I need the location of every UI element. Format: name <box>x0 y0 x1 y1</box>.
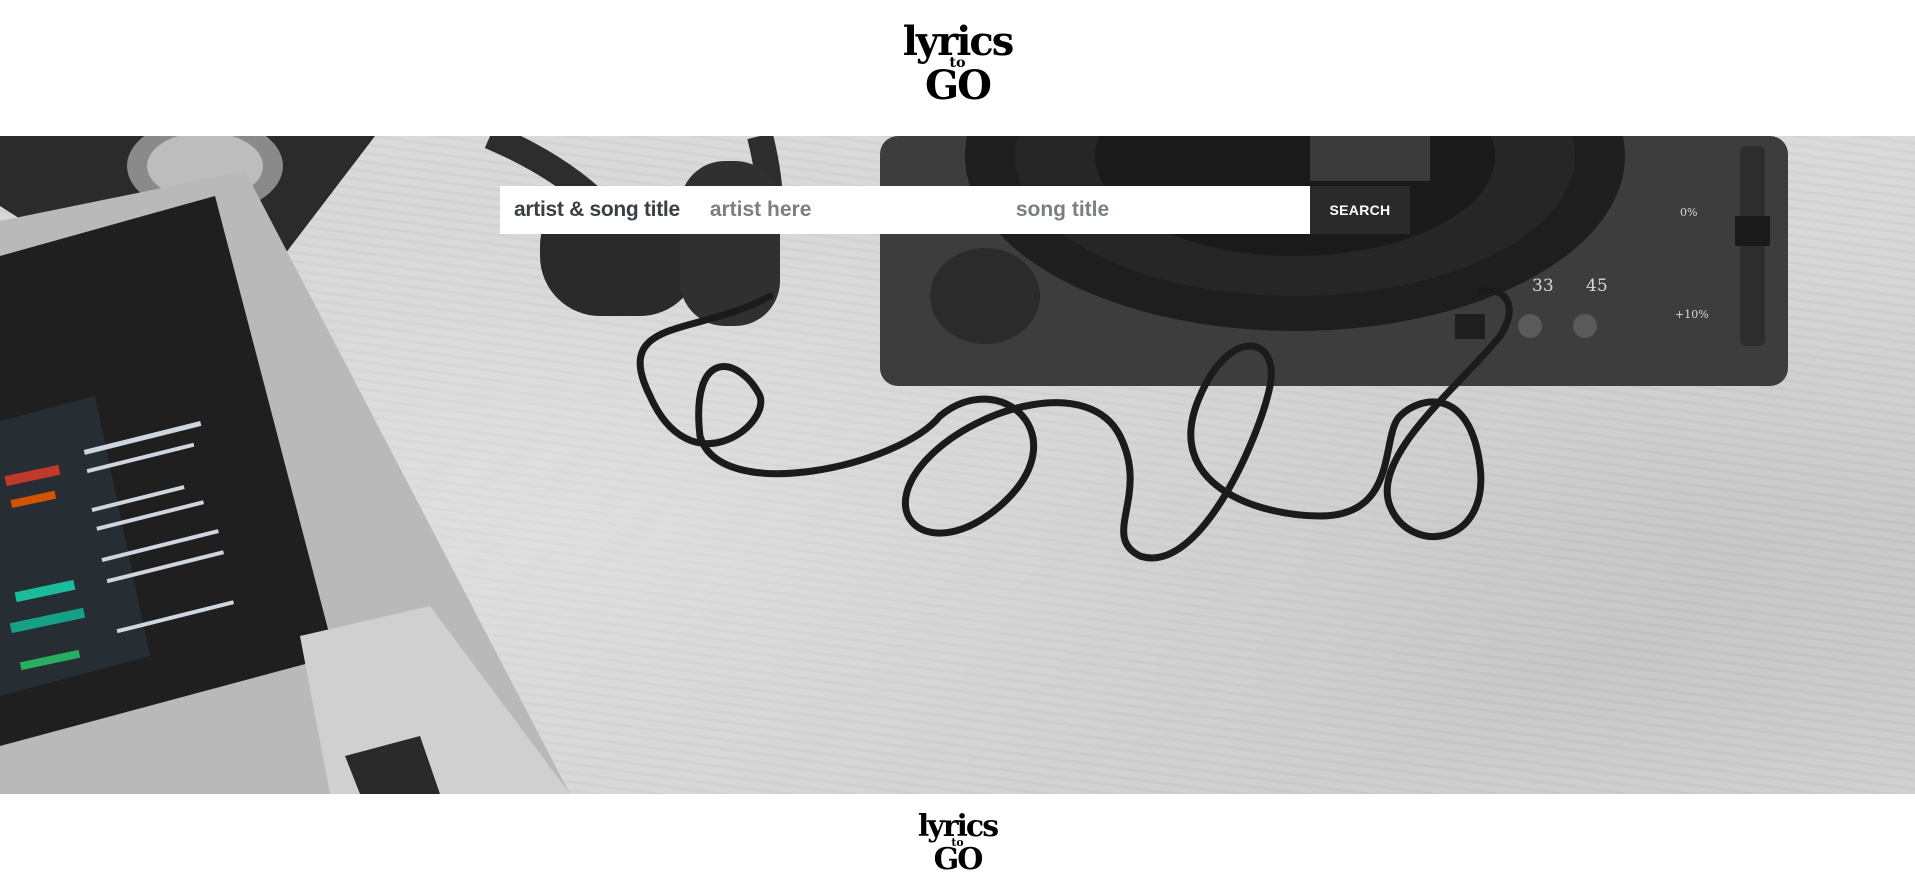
song-title-input[interactable] <box>1013 185 1288 235</box>
lyrics-search-form: artist & song title SEARCH <box>500 185 1410 235</box>
footer-logo-line-go: GO <box>933 842 984 878</box>
speed-45-label: 45 <box>1586 276 1608 296</box>
footer-logo[interactable]: lyrics to GO <box>917 809 999 878</box>
search-label: artist & song title <box>514 198 680 221</box>
speed-33-label: 33 <box>1532 276 1554 296</box>
logo-line-go: GO <box>924 62 992 110</box>
footer-logo-line-lyrics: lyrics <box>917 809 999 844</box>
logo-line-lyrics: lyrics <box>902 18 1015 65</box>
artist-input[interactable] <box>707 185 982 235</box>
search-button[interactable]: SEARCH <box>1310 186 1410 234</box>
pitch-zero-label: 0% <box>1680 206 1697 219</box>
pitch-minus-label: +10% <box>1675 308 1709 321</box>
search-field-group: artist & song title <box>500 185 1310 235</box>
site-logo[interactable]: lyrics to GO <box>902 18 1015 110</box>
